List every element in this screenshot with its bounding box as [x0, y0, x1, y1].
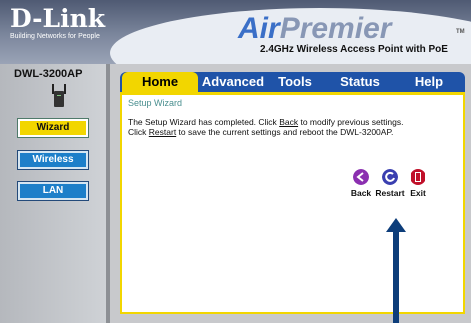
restart-button[interactable]: Restart: [372, 169, 408, 198]
tab-advanced[interactable]: Advanced: [200, 72, 266, 92]
exit-door-icon: [411, 169, 425, 185]
left-sidebar: DWL-3200AP Wizard Wireless LAN: [0, 64, 110, 323]
sidebar-item-wizard[interactable]: Wizard: [18, 119, 88, 137]
page-header: D-Link Building Networks for People AirP…: [0, 0, 471, 64]
tab-status[interactable]: Status: [324, 72, 396, 92]
message-line1-post: to modify previous settings.: [298, 117, 404, 127]
completion-message: The Setup Wizard has completed. Click Ba…: [128, 117, 403, 137]
content-area: Setup Wizard The Setup Wizard has comple…: [120, 92, 465, 314]
brand-trademark: TM: [456, 29, 465, 35]
message-line1-pre: The Setup Wizard has completed. Click: [128, 117, 280, 127]
model-name: DWL-3200AP: [14, 68, 83, 80]
sidebar-item-wireless[interactable]: Wireless: [18, 151, 88, 169]
restart-label: Restart: [375, 188, 405, 198]
product-description: 2.4GHz Wireless Access Point with PoE: [260, 44, 448, 55]
product-brand: AirPremier TM: [238, 12, 465, 45]
annotation-arrow-icon: [386, 218, 406, 323]
back-link[interactable]: Back: [279, 117, 298, 127]
logo-tagline: Building Networks for People: [10, 33, 100, 40]
tab-help[interactable]: Help: [398, 72, 460, 92]
back-label: Back: [350, 188, 372, 198]
back-button[interactable]: Back: [348, 169, 374, 198]
message-line2-post: to save the current settings and reboot …: [176, 127, 394, 137]
exit-button[interactable]: Exit: [408, 169, 428, 198]
section-title: Setup Wizard: [128, 98, 183, 108]
brand-air: Air: [238, 12, 280, 45]
tab-tools[interactable]: Tools: [268, 72, 322, 92]
back-arrow-icon: [353, 169, 369, 185]
exit-label: Exit: [410, 188, 426, 198]
main-panel: Home Advanced Tools Status Help Setup Wi…: [110, 64, 471, 323]
logo-text: D-Link: [10, 4, 106, 33]
restart-icon: [382, 169, 398, 185]
tab-home[interactable]: Home: [122, 72, 198, 92]
brand-premier: Premier: [279, 12, 392, 45]
dlink-logo: D-Link Building Networks for People: [10, 6, 105, 41]
access-point-icon: [52, 84, 66, 107]
restart-link[interactable]: Restart: [149, 127, 176, 137]
sidebar-item-lan[interactable]: LAN: [18, 182, 88, 200]
message-line2-pre: Click: [128, 127, 149, 137]
